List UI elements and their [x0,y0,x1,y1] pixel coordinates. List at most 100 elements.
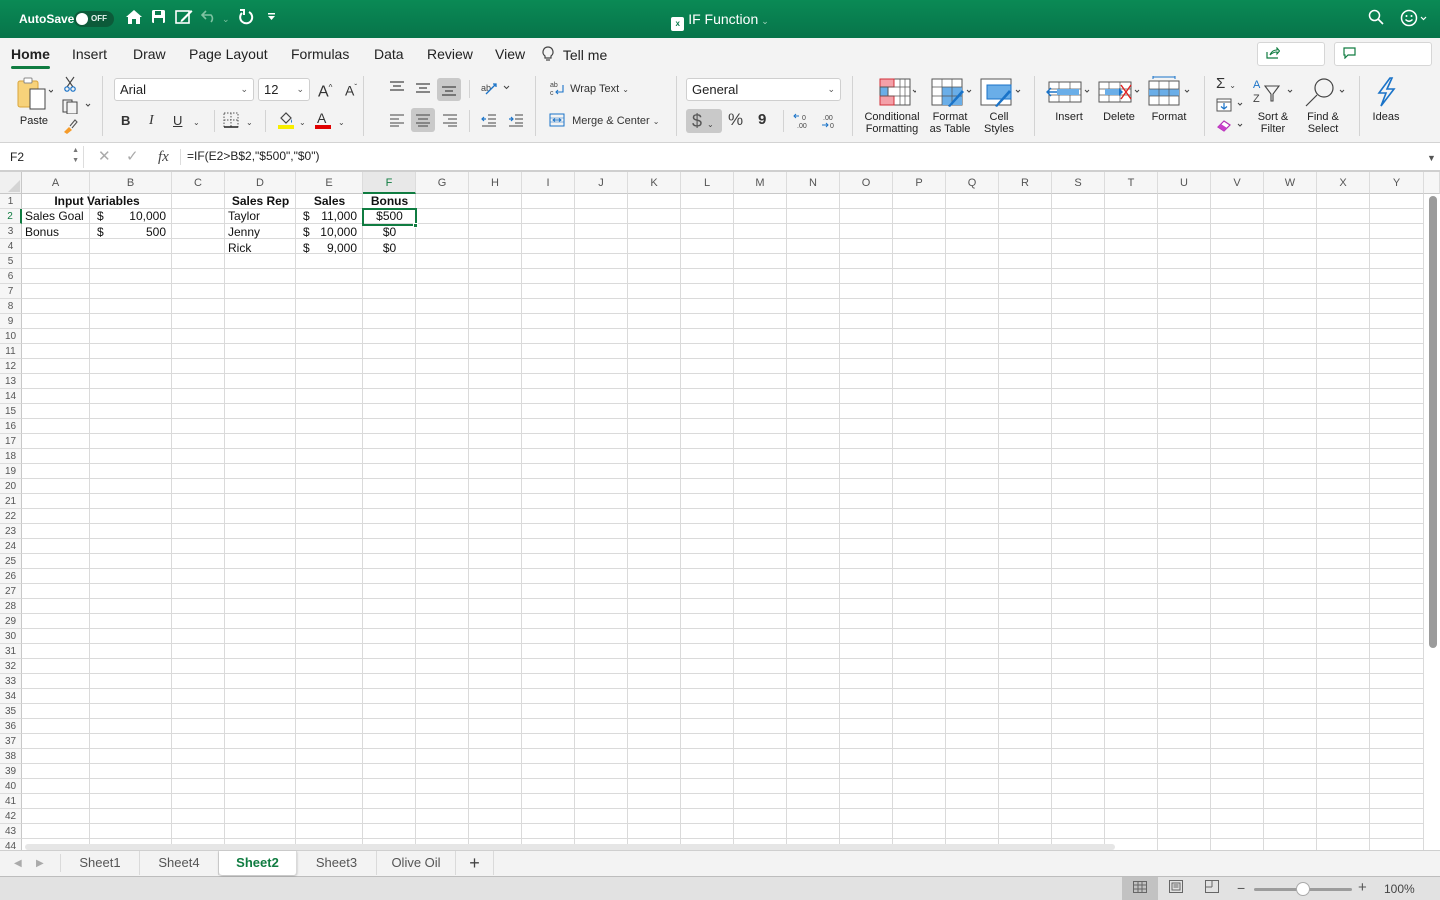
align-middle-icon[interactable] [415,81,431,98]
find-select-button[interactable]: Find & Select [1300,76,1346,135]
zoom-out-button[interactable]: − [1237,880,1245,896]
insert-function-icon[interactable]: fx [158,149,169,165]
column-header-J[interactable]: J [575,172,628,194]
font-color-icon[interactable]: A [314,110,332,133]
increase-decimal-icon[interactable]: 0.00 [793,112,811,133]
column-header-E[interactable]: E [296,172,363,194]
align-center-icon[interactable] [411,108,435,132]
enter-checkmark-icon[interactable]: ✓ [126,149,139,165]
sheet-tab-sheet4[interactable]: Sheet4 [140,851,219,875]
row-header-8[interactable]: 8 [0,299,22,314]
column-header-R[interactable]: R [999,172,1052,194]
sheet-tab-sheet2[interactable]: Sheet2 [219,851,297,875]
cell-A3[interactable]: Bonus [25,225,59,240]
column-header-H[interactable]: H [469,172,522,194]
cell-E3[interactable]: 10,000 [313,225,357,240]
insert-cells-button[interactable]: Insert [1044,76,1094,123]
bold-button[interactable]: B [121,113,130,129]
format-as-table-button[interactable]: Format as Table [924,76,976,135]
row-header-3[interactable]: 3 [0,224,22,239]
format-painter-icon[interactable] [62,118,78,137]
cell-F1[interactable]: Bonus [363,194,416,209]
increase-indent-icon[interactable] [508,113,524,130]
align-right-icon[interactable] [442,113,458,130]
font-size-select[interactable]: 12 ⌄ [258,78,310,101]
cell-B3[interactable]: 500 [110,225,166,240]
column-header-Y[interactable]: Y [1370,172,1424,194]
wrap-text-button[interactable]: ab c Wrap Text ⌄ [549,80,629,98]
fill-handle[interactable] [413,223,418,228]
row-header-32[interactable]: 32 [0,659,22,674]
orientation-icon[interactable]: ab [481,80,513,99]
row-header-11[interactable]: 11 [0,344,22,359]
row-header-42[interactable]: 42 [0,809,22,824]
name-box-spinner-icon[interactable]: ▲ ▼ [72,146,79,166]
page-layout-view-button[interactable] [1158,877,1194,900]
row-header-43[interactable]: 43 [0,824,22,839]
fill-icon[interactable] [1216,98,1246,115]
row-header-4[interactable]: 4 [0,239,22,254]
column-header-A[interactable]: A [22,172,90,194]
column-header-V[interactable]: V [1211,172,1264,194]
column-header-G[interactable]: G [416,172,469,194]
conditional-formatting-button[interactable]: Conditional Formatting [860,76,924,135]
increase-font-size-icon[interactable]: A^ [318,80,332,100]
decrease-decimal-icon[interactable]: .00 0 [820,112,838,133]
cell-D3[interactable]: Jenny [228,225,260,240]
expand-formula-bar-icon[interactable]: ▼ [1427,150,1436,166]
zoom-slider-handle[interactable] [1296,882,1310,896]
previous-sheet-icon[interactable]: ◀ [14,856,22,872]
next-sheet-icon[interactable]: ▶ [36,856,44,872]
name-box[interactable]: F2 ▲ ▼ [4,146,84,168]
column-header-M[interactable]: M [734,172,787,194]
row-header-16[interactable]: 16 [0,419,22,434]
cut-icon[interactable] [64,76,76,95]
row-header-40[interactable]: 40 [0,779,22,794]
decrease-font-size-icon[interactable]: Aˇ [345,80,357,99]
row-header-44[interactable]: 44 [0,839,22,850]
borders-icon[interactable] [223,112,239,131]
smiley-feedback-icon[interactable] [1400,9,1428,33]
sort-filter-button[interactable]: AZ Sort & Filter [1250,76,1296,135]
paste-button[interactable]: Paste [14,76,54,136]
cell-styles-button[interactable]: Cell Styles [975,76,1023,135]
fill-color-icon[interactable] [277,110,295,133]
row-header-38[interactable]: 38 [0,749,22,764]
row-header-2[interactable]: 2 [0,209,22,224]
cell-F3[interactable]: $0 [363,225,416,240]
row-header-12[interactable]: 12 [0,359,22,374]
row-header-29[interactable]: 29 [0,614,22,629]
cell-D4[interactable]: Rick [228,241,251,256]
align-left-icon[interactable] [389,113,405,130]
cell-D2[interactable]: Taylor [228,209,260,224]
currency-format-button[interactable]: $ ⌄ [686,109,722,133]
row-header-13[interactable]: 13 [0,374,22,389]
tab-formulas[interactable]: Formulas [291,46,349,62]
column-header-Q[interactable]: Q [946,172,999,194]
cell-D1[interactable]: Sales Rep [225,194,296,209]
row-header-34[interactable]: 34 [0,689,22,704]
font-color-dropdown-icon[interactable]: ⌄ [338,115,345,131]
vertical-scrollbar[interactable] [1429,196,1437,648]
tab-insert[interactable]: Insert [72,46,107,62]
comments-button[interactable]: Comments [1334,42,1432,83]
row-header-39[interactable]: 39 [0,764,22,779]
row-header-31[interactable]: 31 [0,644,22,659]
row-header-5[interactable]: 5 [0,254,22,269]
formula-input[interactable]: =IF(E2>B$2,"$500","$0") [187,149,319,163]
cell-E1[interactable]: Sales [296,194,363,209]
comma-style-button[interactable]: 9 [758,112,766,128]
column-header-I[interactable]: I [522,172,575,194]
column-header-O[interactable]: O [840,172,893,194]
share-button[interactable]: Share [1257,42,1325,83]
column-header-W[interactable]: W [1264,172,1317,194]
align-bottom-icon[interactable] [437,78,461,101]
search-icon[interactable] [1368,9,1384,31]
row-header-10[interactable]: 10 [0,329,22,344]
column-header-N[interactable]: N [787,172,840,194]
row-header-35[interactable]: 35 [0,704,22,719]
row-header-33[interactable]: 33 [0,674,22,689]
cell-F4[interactable]: $0 [363,241,416,256]
sheet-tab-sheet3[interactable]: Sheet3 [297,851,377,875]
document-title[interactable]: x IF Function ⌄ [0,11,1440,31]
